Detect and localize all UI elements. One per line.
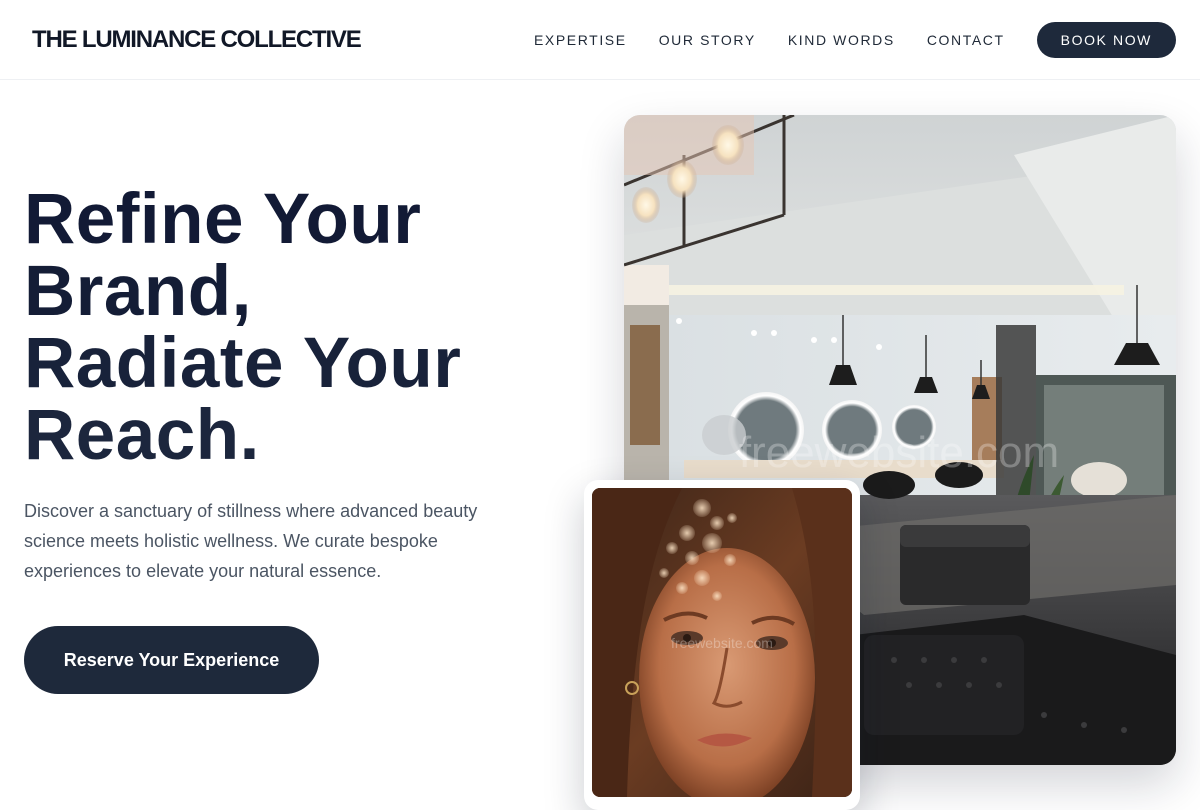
main-nav: EXPERTISE OUR STORY KIND WORDS CONTACT B… <box>534 22 1176 58</box>
portrait-watermark: freewebsite.com <box>671 635 773 651</box>
hero-title-line: Reach. <box>24 396 260 475</box>
nav-link-kind-words[interactable]: KIND WORDS <box>788 22 895 58</box>
reserve-experience-button[interactable]: Reserve Your Experience <box>24 626 319 694</box>
hero-title: Refine Your Brand, Radiate Your Reach. <box>24 184 544 472</box>
salon-watermark: freewebsite.com <box>739 428 1059 477</box>
hero-title-line: Radiate Your <box>24 324 462 403</box>
nav-link-our-story[interactable]: OUR STORY <box>659 22 756 58</box>
hero-title-line: Refine Your <box>24 180 422 259</box>
portrait-image: freewebsite.com <box>592 488 852 797</box>
book-now-button[interactable]: BOOK NOW <box>1036 22 1176 58</box>
nav-link-contact[interactable]: CONTACT <box>927 22 1005 58</box>
portrait-card: freewebsite.com <box>584 480 860 810</box>
site-header: THE LUMINANCE COLLECTIVE EXPERTISE OUR S… <box>0 0 1200 80</box>
hero-title-line: Brand, <box>24 252 252 331</box>
nav-link-expertise[interactable]: EXPERTISE <box>534 22 627 58</box>
hero-description: Discover a sanctuary of stillness where … <box>24 501 478 581</box>
brand-logo[interactable]: THE LUMINANCE COLLECTIVE <box>32 26 362 54</box>
